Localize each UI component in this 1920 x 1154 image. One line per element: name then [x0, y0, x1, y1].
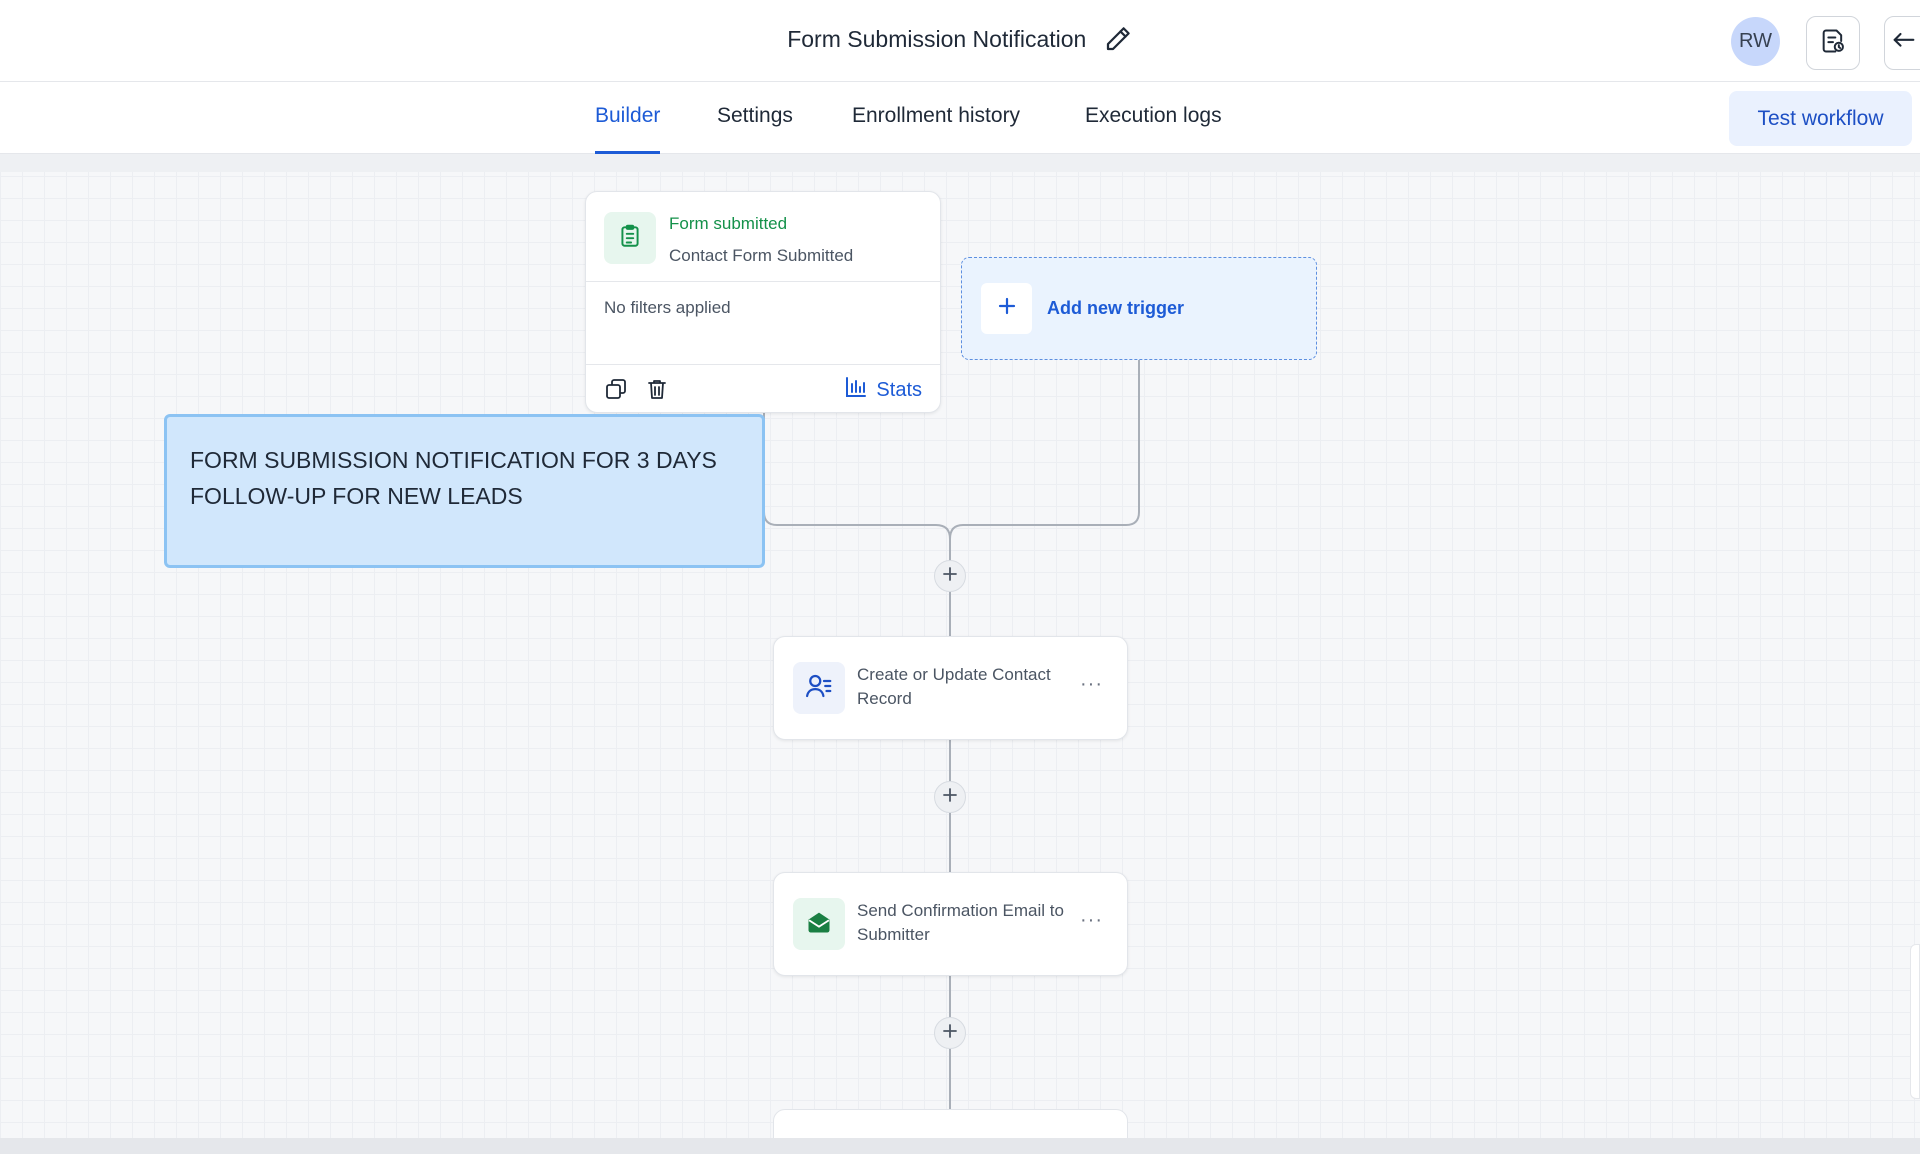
undo-button[interactable]: [1884, 16, 1920, 70]
edit-title-pencil-icon[interactable]: [1103, 24, 1133, 54]
canvas-top-strip: [0, 154, 1920, 172]
add-step-button[interactable]: [934, 781, 966, 813]
contact-list-icon: [804, 671, 834, 706]
undo-arrow-icon: [1890, 27, 1918, 60]
tab-bar: Builder Settings Enrollment history Exec…: [0, 82, 1920, 154]
trigger-card[interactable]: Form submitted Contact Form Submitted No…: [585, 191, 941, 413]
plus-icon: [943, 1023, 957, 1043]
action-card-create-update-contact[interactable]: Create or Update Contact Record ···: [773, 636, 1128, 740]
side-panel-handle[interactable]: [1910, 944, 1920, 1099]
version-history-button[interactable]: [1806, 16, 1860, 70]
trigger-filter-text: No filters applied: [604, 298, 731, 317]
trigger-header: Form submitted Contact Form Submitted: [586, 192, 940, 282]
plus-icon: [943, 787, 957, 807]
more-options-icon[interactable]: ···: [1080, 673, 1103, 696]
clipboard-form-icon: [617, 223, 643, 254]
document-history-icon: [1819, 27, 1847, 60]
trash-icon[interactable]: [645, 377, 669, 401]
stats-button[interactable]: Stats: [844, 375, 922, 405]
trigger-icon-tile: [604, 212, 656, 264]
top-bar: Form Submission Notification RW: [0, 0, 1920, 82]
workflow-title: Form Submission Notification: [787, 25, 1087, 52]
add-step-button[interactable]: [934, 1017, 966, 1049]
plus-icon: [997, 296, 1017, 321]
bottom-scrollbar[interactable]: [0, 1138, 1920, 1154]
tab-enrollment-history[interactable]: Enrollment history: [852, 104, 1020, 154]
add-new-trigger-button[interactable]: Add new trigger: [961, 257, 1317, 360]
action-icon-tile: [793, 898, 845, 950]
duplicate-icon[interactable]: [604, 377, 628, 401]
tab-execution-logs[interactable]: Execution logs: [1085, 104, 1222, 154]
trigger-subtitle: Contact Form Submitted: [669, 246, 854, 265]
test-workflow-button[interactable]: Test workflow: [1729, 91, 1912, 146]
more-options-icon[interactable]: ···: [1080, 909, 1103, 932]
trigger-name: Form submitted: [669, 214, 788, 233]
stats-label: Stats: [876, 378, 922, 401]
email-icon: [805, 908, 833, 941]
action-label: Send Confirmation Email to Submitter: [857, 901, 1064, 944]
tab-settings[interactable]: Settings: [717, 104, 793, 154]
add-step-button[interactable]: [934, 560, 966, 592]
sticky-note[interactable]: FORM SUBMISSION NOTIFICATION FOR 3 DAYS …: [164, 414, 765, 568]
action-icon-tile: [793, 662, 845, 714]
title-area: Form Submission Notification: [0, 24, 1920, 54]
user-avatar[interactable]: RW: [1731, 17, 1780, 66]
plus-icon: [943, 566, 957, 586]
action-card-send-confirmation-email[interactable]: Send Confirmation Email to Submitter ···: [773, 872, 1128, 976]
bar-chart-icon: [844, 375, 868, 405]
add-trigger-label: Add new trigger: [1047, 298, 1185, 318]
tab-builder[interactable]: Builder: [595, 104, 661, 154]
action-label: Create or Update Contact Record: [857, 665, 1051, 708]
add-trigger-plus-tile: [981, 283, 1032, 334]
trigger-footer: Stats: [586, 364, 940, 412]
